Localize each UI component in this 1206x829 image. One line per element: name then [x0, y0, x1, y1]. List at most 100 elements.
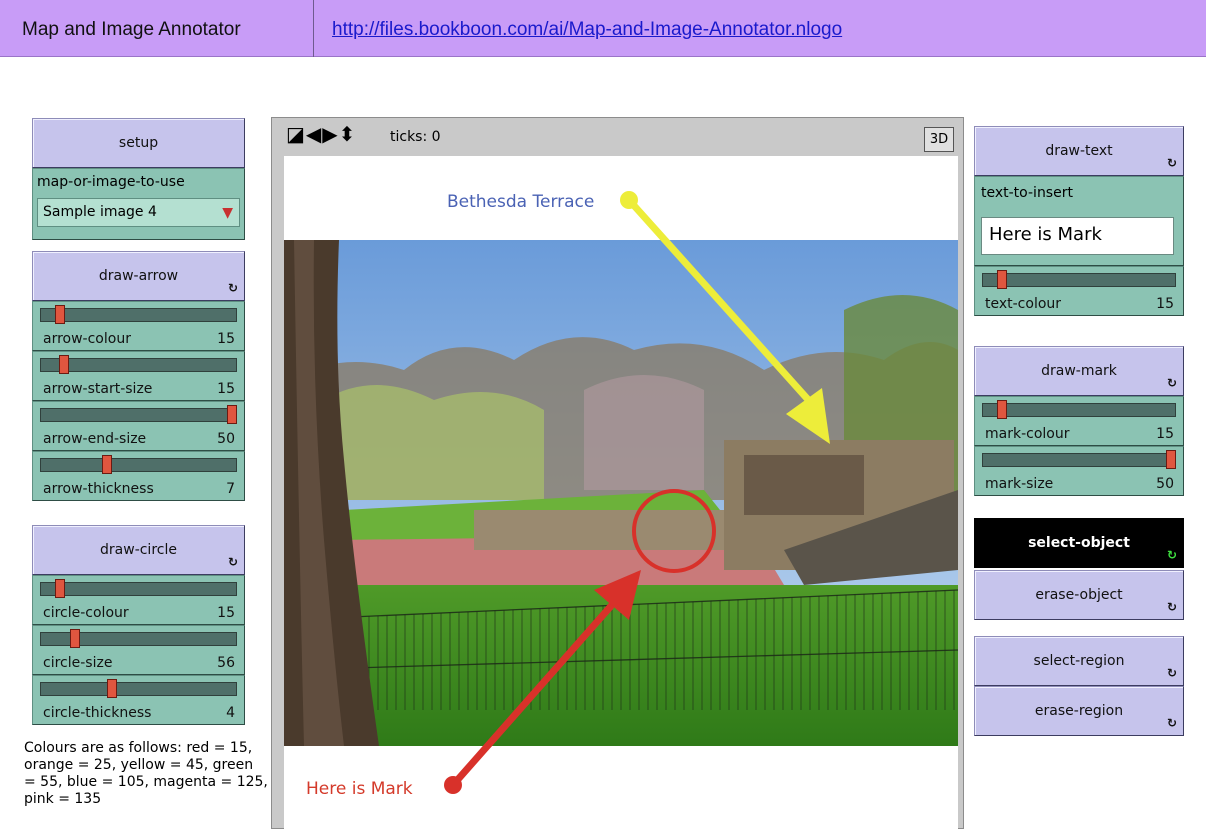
slider-knob[interactable] — [54, 579, 65, 598]
slider-track — [40, 682, 237, 696]
slider-value: 15 — [1156, 426, 1174, 442]
slider-track — [982, 453, 1176, 467]
slider-knob[interactable] — [107, 679, 118, 698]
slider-label: arrow-end-size — [43, 431, 147, 447]
view-control-icons[interactable]: ◪◀▶⬍ — [286, 122, 356, 146]
slider-track — [40, 582, 237, 596]
setup-button[interactable]: setup — [32, 118, 245, 168]
forever-icon: ↻ — [1166, 716, 1177, 730]
draw-text-button[interactable]: draw-text ↻ — [974, 126, 1184, 176]
slider-value: 15 — [217, 381, 235, 397]
input-label: text-to-insert — [981, 185, 1073, 201]
slider-value: 15 — [217, 605, 235, 621]
chooser-label: map-or-image-to-use — [37, 174, 185, 190]
slider-track — [40, 408, 237, 422]
yellow-arrow-start-dot — [620, 191, 638, 209]
map-or-image-chooser[interactable]: map-or-image-to-use Sample image 4 ▼ — [32, 168, 245, 240]
slider-label: circle-colour — [43, 605, 129, 621]
setup-button-label: setup — [118, 135, 159, 151]
circle-thickness-slider[interactable]: circle-thickness 4 — [32, 675, 245, 725]
slider-label: mark-size — [985, 476, 1054, 492]
three-d-button[interactable]: 3D — [924, 127, 954, 152]
erase-object-button[interactable]: erase-object ↻ — [974, 570, 1184, 620]
slider-label: mark-colour — [985, 426, 1070, 442]
forever-icon: ↻ — [227, 281, 238, 295]
slider-value: 56 — [217, 655, 235, 671]
slider-knob[interactable] — [1166, 450, 1176, 469]
slider-value: 15 — [1156, 296, 1174, 312]
erase-object-label: erase-object — [1035, 587, 1123, 603]
select-region-button[interactable]: select-region ↻ — [974, 636, 1184, 686]
slider-track — [982, 403, 1176, 417]
chooser-value: Sample image 4 — [43, 204, 157, 220]
slider-track — [40, 308, 237, 322]
dropdown-triangle-icon: ▼ — [222, 205, 233, 221]
header-divider — [313, 0, 314, 57]
slider-label: arrow-colour — [43, 331, 131, 347]
chooser-dropdown[interactable]: Sample image 4 ▼ — [37, 198, 240, 227]
slider-value: 7 — [226, 481, 235, 497]
forever-icon: ↻ — [227, 555, 238, 569]
highlight-circle — [632, 489, 716, 573]
slider-label: text-colour — [985, 296, 1062, 312]
arrow-thickness-slider[interactable]: arrow-thickness 7 — [32, 451, 245, 501]
select-object-label: select-object — [1028, 535, 1130, 551]
draw-mark-button[interactable]: draw-mark ↻ — [974, 346, 1184, 396]
text-to-insert-input[interactable]: text-to-insert Here is Mark — [974, 176, 1184, 266]
slider-label: circle-thickness — [43, 705, 152, 721]
slider-knob[interactable] — [996, 400, 1007, 419]
select-region-label: select-region — [1033, 653, 1125, 669]
arrow-start-size-slider[interactable]: arrow-start-size 15 — [32, 351, 245, 401]
erase-region-button[interactable]: erase-region ↻ — [974, 686, 1184, 736]
erase-region-label: erase-region — [1034, 703, 1124, 719]
draw-mark-label: draw-mark — [1041, 363, 1117, 379]
select-object-button[interactable]: select-object ↻ — [974, 518, 1184, 568]
slider-track — [40, 458, 237, 472]
forever-icon: ↻ — [1166, 666, 1177, 680]
slider-knob[interactable] — [101, 455, 112, 474]
slider-track — [982, 273, 1176, 287]
red-arrow-shaft — [449, 602, 615, 789]
forever-icon: ↻ — [1166, 600, 1177, 614]
slider-knob[interactable] — [58, 355, 69, 374]
annotation-layer: Bethesda Terrace Here is Mark — [306, 191, 830, 799]
forever-icon: ↻ — [1166, 376, 1177, 390]
slider-label: circle-size — [43, 655, 113, 671]
forever-icon: ↻ — [1166, 548, 1177, 562]
yellow-arrow-shaft — [625, 196, 816, 408]
forever-icon: ↻ — [1166, 156, 1177, 170]
draw-circle-button[interactable]: draw-circle ↻ — [32, 525, 245, 575]
horizontal-resize-icon[interactable]: ◀▶ — [306, 122, 339, 146]
here-is-mark-label: Here is Mark — [306, 779, 413, 799]
text-colour-slider[interactable]: text-colour 15 — [974, 266, 1184, 316]
slider-value: 50 — [1156, 476, 1174, 492]
slider-label: arrow-thickness — [43, 481, 154, 497]
ticks-counter: ticks: 0 — [390, 129, 441, 145]
vertical-resize-icon[interactable]: ⬍ — [339, 122, 357, 146]
slider-knob[interactable] — [54, 305, 65, 324]
circle-colour-slider[interactable]: circle-colour 15 — [32, 575, 245, 625]
draw-arrow-button[interactable]: draw-arrow ↻ — [32, 251, 245, 301]
draw-circle-label: draw-circle — [100, 542, 177, 558]
text-input-field[interactable]: Here is Mark — [981, 217, 1174, 255]
draw-text-label: draw-text — [1045, 143, 1113, 159]
mark-size-slider[interactable]: mark-size 50 — [974, 446, 1184, 496]
draw-arrow-label: draw-arrow — [98, 268, 179, 284]
slider-knob[interactable] — [69, 629, 80, 648]
mark-colour-slider[interactable]: mark-colour 15 — [974, 396, 1184, 446]
slider-track — [40, 358, 237, 372]
slider-knob[interactable] — [996, 270, 1007, 289]
model-link[interactable]: http://files.bookboon.com/ai/Map-and-Ima… — [332, 19, 842, 41]
slider-value: 15 — [217, 331, 235, 347]
slider-value: 4 — [226, 705, 235, 721]
colour-note: Colours are as follows: red = 15, orange… — [24, 740, 268, 807]
circle-size-slider[interactable]: circle-size 56 — [32, 625, 245, 675]
bethesda-terrace-label: Bethesda Terrace — [447, 192, 594, 212]
slider-knob[interactable] — [227, 405, 237, 424]
arrow-end-size-slider[interactable]: arrow-end-size 50 — [32, 401, 245, 451]
arrow-colour-slider[interactable]: arrow-colour 15 — [32, 301, 245, 351]
resize-icon[interactable]: ◪ — [286, 122, 306, 146]
view-control-strip — [272, 118, 963, 156]
slider-value: 50 — [217, 431, 235, 447]
slider-label: arrow-start-size — [43, 381, 153, 397]
